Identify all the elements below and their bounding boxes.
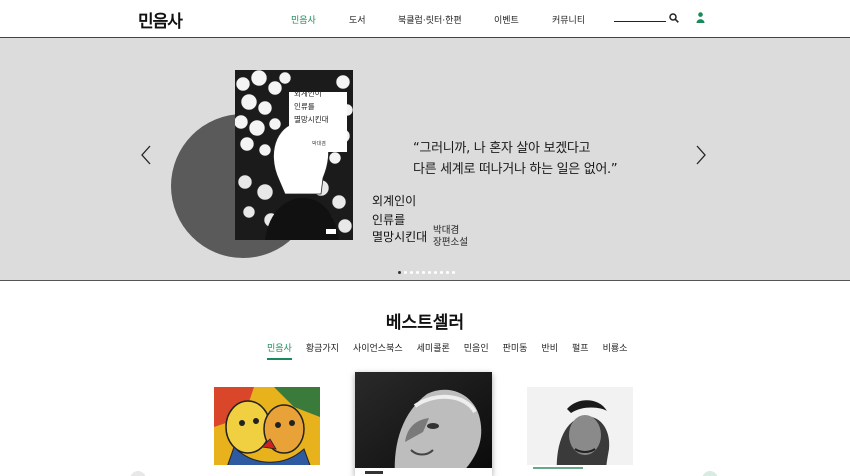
carousel-next-button[interactable] <box>702 471 718 476</box>
bestseller-title: 베스트셀러 <box>385 313 465 333</box>
tab-sciencebooks[interactable]: 사이언스북스 <box>353 341 403 360</box>
carousel-dot[interactable] <box>410 271 413 274</box>
carousel-dot[interactable] <box>422 271 425 274</box>
nav-item-minumsa[interactable]: 민음사 <box>291 13 316 26</box>
cover-title-line: 멸망시킨대 <box>294 115 329 124</box>
chevron-left-icon[interactable] <box>139 144 153 166</box>
site-header: 민음사 민음사 도서 북클럽·릿터·한편 이벤트 커뮤니티 <box>0 0 850 38</box>
hero-book-title-line: 인류를 <box>372 213 406 227</box>
hero-quote-line: 다른 세계로 떠나거나 하는 일은 없어.” <box>413 162 618 177</box>
carousel-dot[interactable] <box>398 271 401 274</box>
bestseller-book-cover[interactable] <box>214 387 320 476</box>
bestseller-book-cover-featured[interactable] <box>355 372 492 476</box>
tab-banbi[interactable]: 반비 <box>541 341 558 360</box>
nav-item-events[interactable]: 이벤트 <box>494 13 519 26</box>
book-cover[interactable]: 외계인이 인류를 멸망시킨대 박대겸 <box>235 70 353 240</box>
carousel-dot[interactable] <box>404 271 407 274</box>
tab-panmidong[interactable]: 판미동 <box>503 341 528 360</box>
search-input[interactable] <box>614 21 666 22</box>
carousel-prev-button[interactable] <box>130 471 146 476</box>
carousel-dot[interactable] <box>446 271 449 274</box>
portrait-photo <box>527 387 633 476</box>
nav-item-books[interactable]: 도서 <box>349 13 366 26</box>
hero-book-title-line: 멸망시킨대 <box>372 230 428 244</box>
carousel-dot[interactable] <box>428 271 431 274</box>
portrait-photo <box>355 372 492 476</box>
cover-title-line: 인류를 <box>294 102 315 111</box>
hero-carousel: 외계인이 인류를 멸망시킨대 박대겸 “그러니까, 나 혼자 살아 보겠다고 다… <box>0 38 850 281</box>
tab-pulp[interactable]: 펄프 <box>572 341 589 360</box>
bestseller-tabs: 민음사 황금가지 사이언스북스 세미콜론 민음인 판미동 반비 펄프 비룡소 <box>267 341 641 360</box>
hero-quote-line: “그러니까, 나 혼자 살아 보겠다고 <box>413 141 591 156</box>
chevron-right-icon[interactable] <box>694 144 708 166</box>
carousel-dot[interactable] <box>416 271 419 274</box>
cover-title-line: 외계인이 <box>294 89 322 98</box>
tab-minumsa[interactable]: 민음사 <box>267 341 292 360</box>
painting-illustration <box>214 387 320 476</box>
tab-minumin[interactable]: 민음인 <box>464 341 489 360</box>
bestseller-book-cover[interactable] <box>527 387 633 476</box>
nav-item-community[interactable]: 커뮤니티 <box>552 13 585 26</box>
carousel-pagination <box>398 271 455 274</box>
tab-biryongso[interactable]: 비룡소 <box>603 341 628 360</box>
user-icon[interactable] <box>696 12 705 23</box>
nav-item-bookclub[interactable]: 북클럽·릿터·한편 <box>398 13 462 26</box>
hero-book-title-line: 외계인이 <box>372 194 417 208</box>
tab-semicolon[interactable]: 세미콜론 <box>417 341 450 360</box>
search-icon[interactable] <box>669 13 679 23</box>
cover-author: 박대겸 <box>312 141 326 147</box>
carousel-dot[interactable] <box>440 271 443 274</box>
carousel-dot[interactable] <box>452 271 455 274</box>
carousel-dot[interactable] <box>434 271 437 274</box>
hero-genre: 장편소설 <box>433 237 468 248</box>
tab-hwanggeumgaji[interactable]: 황금가지 <box>306 341 339 360</box>
logo[interactable]: 민음사 <box>138 7 183 32</box>
